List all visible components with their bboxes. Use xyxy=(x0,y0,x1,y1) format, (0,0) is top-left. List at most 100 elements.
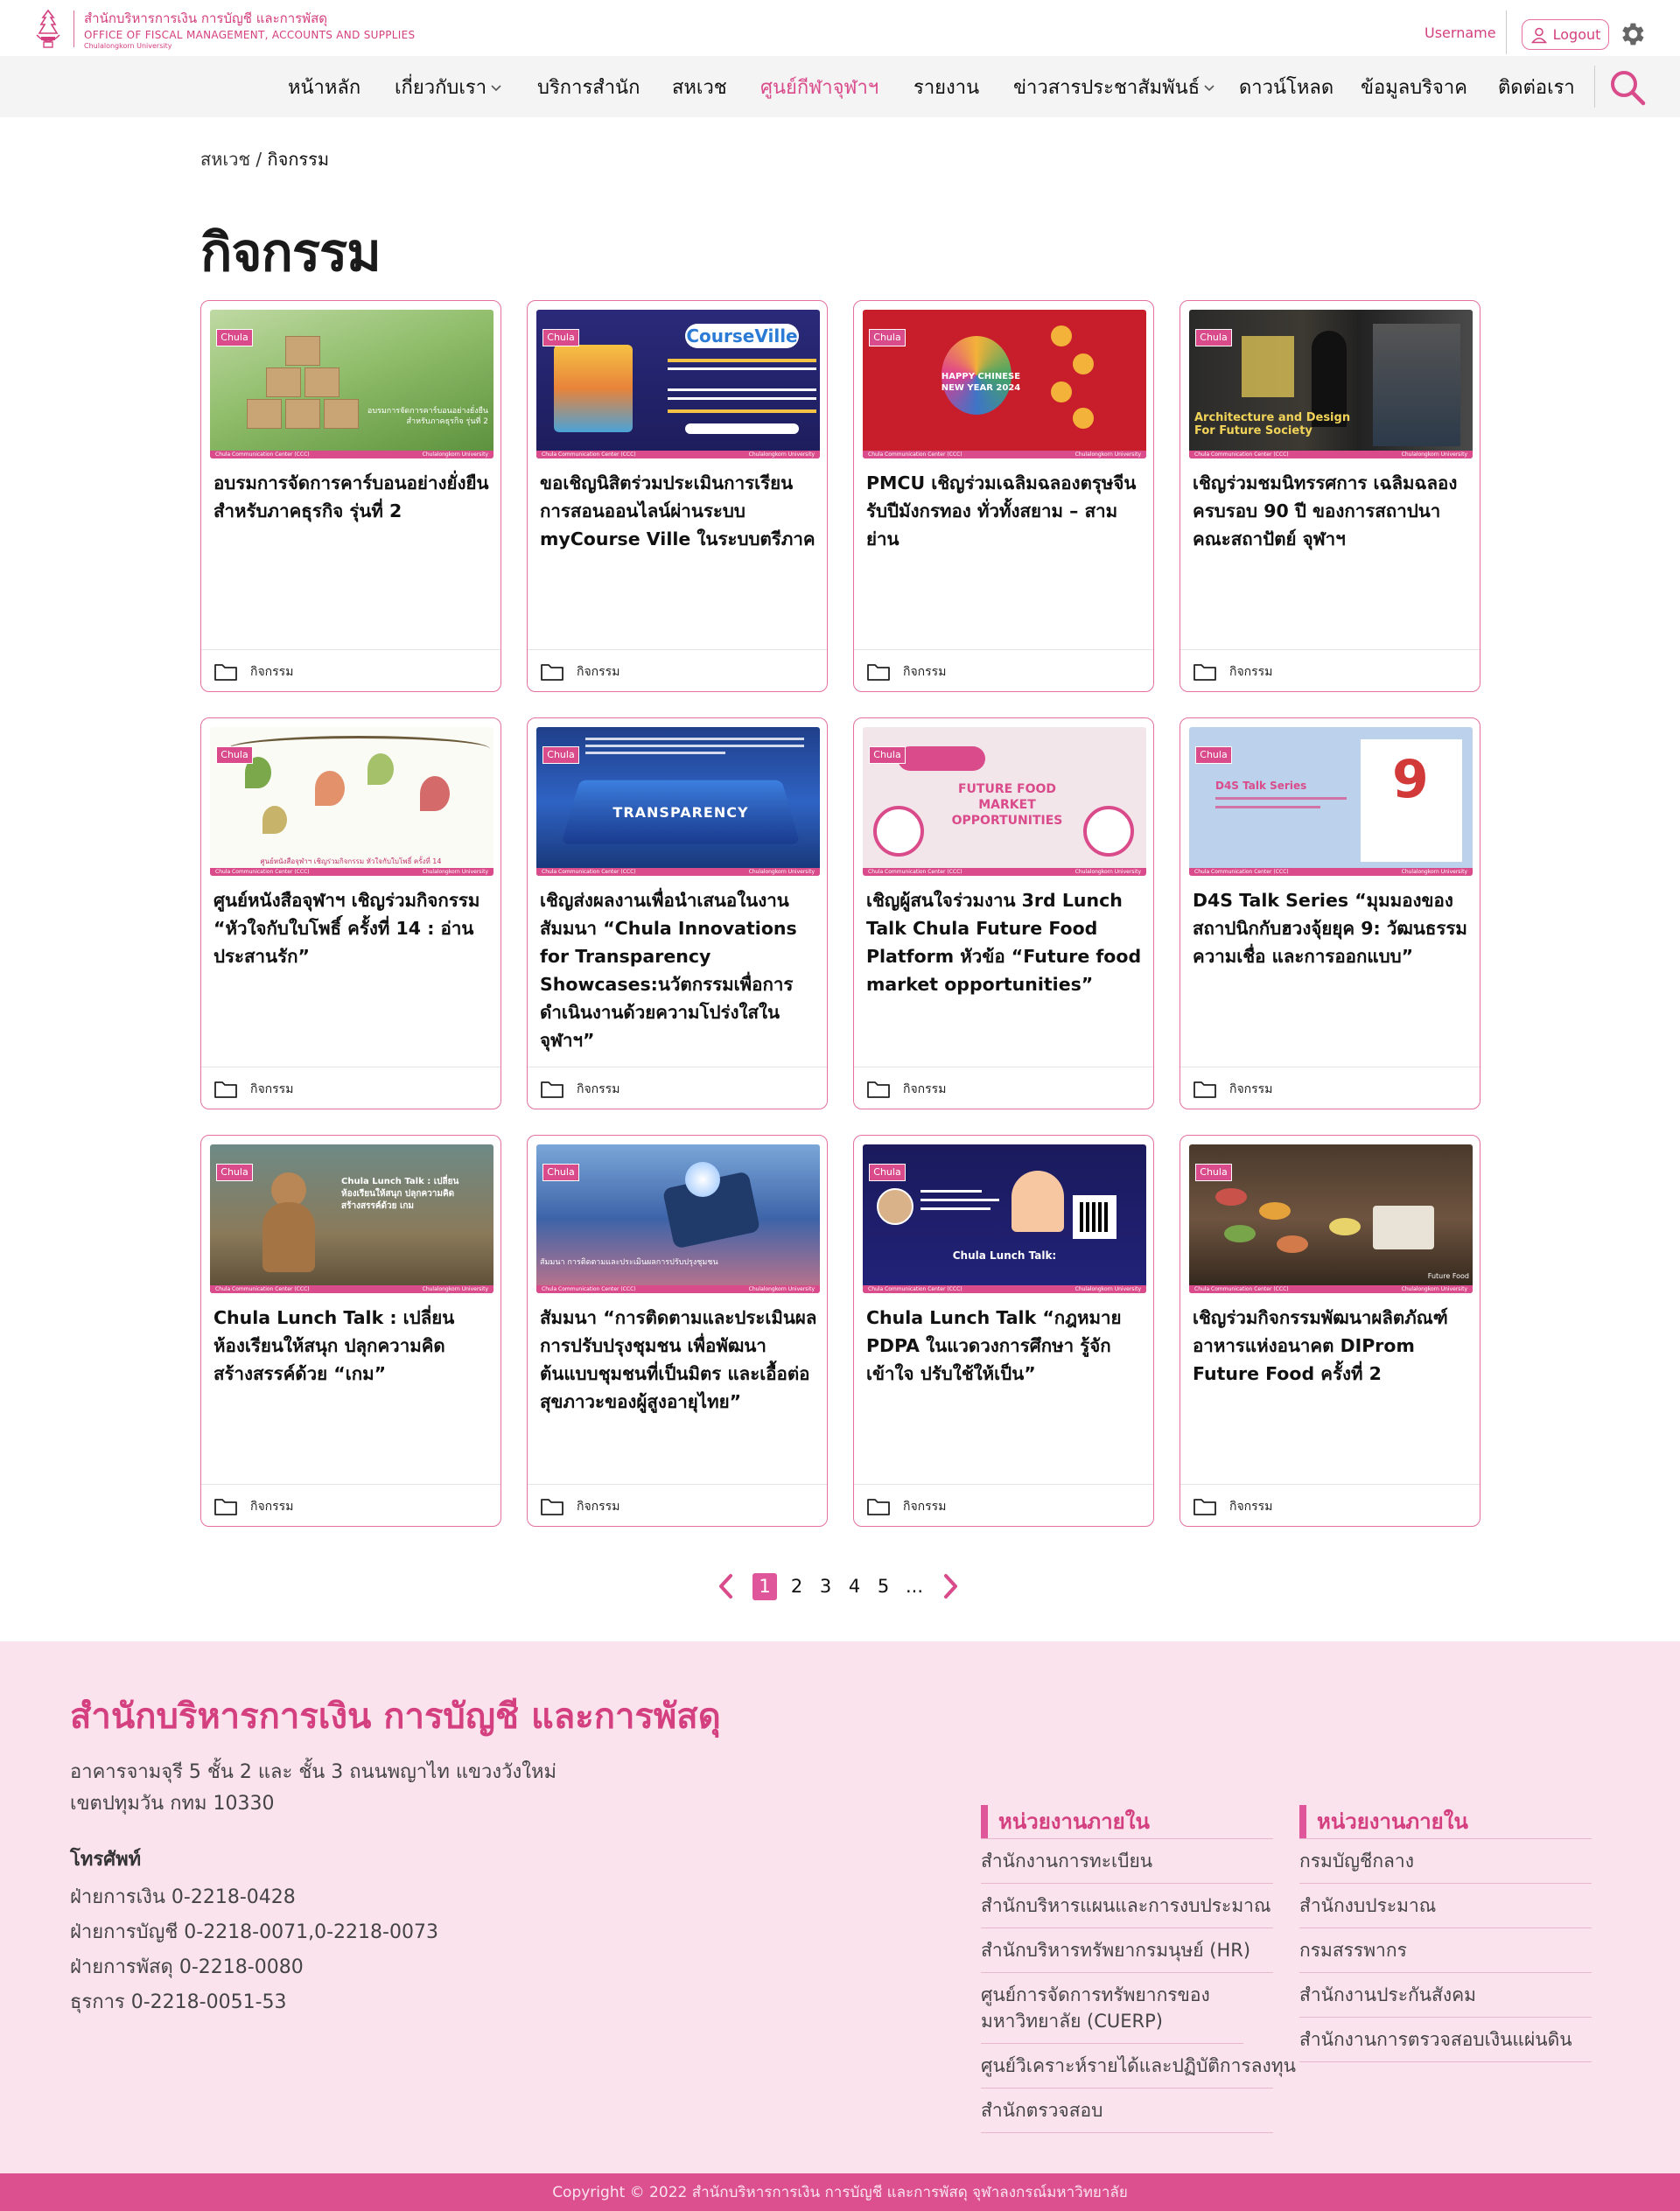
chula-badge: Chula xyxy=(869,746,906,764)
nav-item-download[interactable]: ดาวน์โหลด xyxy=(1239,72,1334,102)
card-category[interactable]: กิจกรรม xyxy=(903,1080,946,1099)
footer-link[interactable]: กรมบัญชีกลาง xyxy=(1299,1839,1592,1884)
nav-label: เกี่ยวกับเรา xyxy=(395,77,487,99)
activity-card[interactable]: อบรมการจัดการคาร์บอนอย่างยั่งยืนสำหรับภา… xyxy=(200,300,501,692)
credit-left: Chula Communication Center (CCC) xyxy=(1194,1286,1289,1292)
card-category[interactable]: กิจกรรม xyxy=(903,662,946,682)
university-logo-icon[interactable] xyxy=(32,9,65,49)
top-bar: สำนักบริหารการเงิน การบัญชี และการพัสดุ … xyxy=(0,0,1680,56)
activity-card[interactable]: Chula Lunch Talk: Chula Chula Communicat… xyxy=(853,1135,1154,1527)
card-title[interactable]: D4S Talk Series “มุมมองของสถาปนิกกับฮวงจ… xyxy=(1193,886,1471,970)
card-title[interactable]: PMCU เชิญร่วมเฉลิมฉลองตรุษจีนรับปีมังกรท… xyxy=(866,469,1144,553)
footer-link[interactable]: ศูนย์วิเคราะห์รายได้และปฏิบัติการลงทุน xyxy=(981,2044,1296,2089)
logout-label: Logout xyxy=(1552,26,1601,43)
brand[interactable]: สำนักบริหารการเงิน การบัญชี และการพัสดุ … xyxy=(84,12,415,50)
chula-badge: Chula xyxy=(1195,1164,1232,1181)
card-category[interactable]: กิจกรรม xyxy=(250,1080,293,1099)
activity-card[interactable]: สัมมนา การติดตามและประเมินผลการปรับปรุงช… xyxy=(527,1135,828,1527)
card-title[interactable]: เชิญผู้สนใจร่วมงาน 3rd Lunch Talk Chula … xyxy=(866,886,1144,998)
activity-card[interactable]: Chula Lunch Talk : เปลี่ยนห้องเรียนให้สน… xyxy=(200,1135,501,1527)
gear-icon[interactable] xyxy=(1617,19,1647,49)
nav-item-about[interactable]: เกี่ยวกับเรา xyxy=(395,72,502,102)
footer-link[interactable]: สำนักงานการตรวจสอบเงินแผ่นดิน xyxy=(1299,2018,1592,2062)
page-3[interactable]: 3 xyxy=(811,1576,840,1597)
card-title[interactable]: อบรมการจัดการคาร์บอนอย่างยั่งยืนสำหรับภา… xyxy=(214,469,492,525)
card-image[interactable]: Architecture and Design For Future Socie… xyxy=(1189,310,1473,458)
card-image[interactable]: D4S Talk Series 9 Chula Chula Communicat… xyxy=(1189,727,1473,876)
image-credit-strip: Chula Communication Center (CCC) Chulalon… xyxy=(210,868,494,876)
card-image[interactable]: CourseVille Chula Chula Communication Ce… xyxy=(536,310,820,458)
card-image[interactable]: Future Food Chula Chula Communication Ce… xyxy=(1189,1144,1473,1293)
card-title[interactable]: ขอเชิญนิสิตร่วมประเมินการเรียนการสอนออนไ… xyxy=(540,469,818,553)
credit-right: Chulalongkorn University xyxy=(1401,451,1467,458)
card-image[interactable]: สัมมนา การติดตามและประเมินผลการปรับปรุงช… xyxy=(536,1144,820,1293)
page-1[interactable]: 1 xyxy=(752,1572,777,1600)
search-icon[interactable] xyxy=(1608,68,1647,107)
activity-card[interactable]: FUTURE FOOD MARKET OPPORTUNITIES Chula C… xyxy=(853,717,1154,1109)
page-2[interactable]: 2 xyxy=(782,1576,811,1597)
card-image[interactable]: TRANSPARENCY Chula Chula Communication C… xyxy=(536,727,820,876)
activity-card[interactable]: TRANSPARENCY Chula Chula Communication C… xyxy=(527,717,828,1109)
card-category[interactable]: กิจกรรม xyxy=(577,1080,620,1099)
card-image[interactable]: HAPPY CHINESE NEW YEAR 2024 Chula Chula … xyxy=(863,310,1146,458)
credit-right: Chulalongkorn University xyxy=(748,869,815,875)
card-image-caption: TRANSPARENCY xyxy=(612,804,749,821)
chevron-left-icon[interactable] xyxy=(716,1572,737,1600)
card-title[interactable]: Chula Lunch Talk : เปลี่ยนห้องเรียนให้สน… xyxy=(214,1304,492,1388)
activity-card[interactable]: HAPPY CHINESE NEW YEAR 2024 Chula Chula … xyxy=(853,300,1154,692)
image-credit-strip: Chula Communication Center (CCC) Chulalon… xyxy=(536,868,820,876)
nav-item-donation[interactable]: ข้อมูลบริจาค xyxy=(1361,72,1467,102)
card-category[interactable]: กิจกรรม xyxy=(1229,1080,1272,1099)
nav-item-sports-center[interactable]: ศูนย์กีฬาจุฬาฯ xyxy=(760,72,878,102)
nav-item-news[interactable]: ข่าวสารประชาสัมพันธ์ xyxy=(1013,72,1215,102)
card-category[interactable]: กิจกรรม xyxy=(250,1497,293,1516)
card-footer: กิจกรรม xyxy=(528,649,827,691)
card-image[interactable]: อบรมการจัดการคาร์บอนอย่างยั่งยืนสำหรับภา… xyxy=(210,310,494,458)
image-credit-strip: Chula Communication Center (CCC) Chulalon… xyxy=(1189,451,1473,458)
card-image-caption: Architecture and Design For Future Socie… xyxy=(1194,411,1351,437)
activity-card[interactable]: CourseVille Chula Chula Communication Ce… xyxy=(527,300,828,692)
card-category[interactable]: กิจกรรม xyxy=(577,1497,620,1516)
activity-card[interactable]: Architecture and Design For Future Socie… xyxy=(1180,300,1480,692)
footer-link[interactable]: ศูนย์การจัดการทรัพยากรของมหาวิทยาลัย (CU… xyxy=(981,1973,1243,2044)
card-category[interactable]: กิจกรรม xyxy=(250,662,293,682)
nav-item-reports[interactable]: รายงาน xyxy=(914,72,979,102)
card-category[interactable]: กิจกรรม xyxy=(1229,662,1272,682)
card-category[interactable]: กิจกรรม xyxy=(903,1497,946,1516)
card-category[interactable]: กิจกรรม xyxy=(1229,1497,1272,1516)
card-image[interactable]: Chula Lunch Talk : เปลี่ยนห้องเรียนให้สน… xyxy=(210,1144,494,1293)
card-footer: กิจกรรม xyxy=(1180,1067,1480,1109)
nav-item-contact[interactable]: ติดต่อเรา xyxy=(1498,72,1575,102)
activity-card[interactable]: ศูนย์หนังสือจุฬาฯ เชิญร่วมกิจกรรม หัวใจก… xyxy=(200,717,501,1109)
footer-link[interactable]: กรมสรรพากร xyxy=(1299,1928,1592,1973)
card-title[interactable]: เชิญร่วมชมนิทรรศการ เฉลิมฉลองครบรอบ 90 ป… xyxy=(1193,469,1471,553)
card-title[interactable]: ศูนย์หนังสือจุฬาฯ เชิญร่วมกิจกรรม “หัวใจ… xyxy=(214,886,492,970)
footer-link[interactable]: สำนักบริหารแผนและการงบประมาณ xyxy=(981,1884,1273,1928)
phone-item: ฝ่ายการพัสดุ 0-2218-0080 xyxy=(70,1956,304,1978)
footer-link[interactable]: สำนักตรวจสอบ xyxy=(981,2089,1273,2133)
card-category[interactable]: กิจกรรม xyxy=(577,662,620,682)
card-image[interactable]: FUTURE FOOD MARKET OPPORTUNITIES Chula C… xyxy=(863,727,1146,876)
page-4[interactable]: 4 xyxy=(840,1576,869,1597)
activity-card[interactable]: Future Food Chula Chula Communication Ce… xyxy=(1180,1135,1480,1527)
breadcrumb-parent[interactable]: สหเวช xyxy=(200,149,250,170)
nav-item-allied-health[interactable]: สหเวช xyxy=(672,72,727,102)
card-image[interactable]: Chula Lunch Talk: Chula Chula Communicat… xyxy=(863,1144,1146,1293)
page-5[interactable]: 5 xyxy=(869,1576,898,1597)
nav-label: สหเวช xyxy=(672,77,727,99)
card-title[interactable]: สัมมนา “การติดตามและประเมินผลการปรับปรุง… xyxy=(540,1304,818,1416)
footer-link[interactable]: สำนักงบประมาณ xyxy=(1299,1884,1592,1928)
card-title[interactable]: เชิญร่วมกิจกรรมพัฒนาผลิตภัณฑ์อาหารแห่งอน… xyxy=(1193,1304,1471,1388)
footer-link[interactable]: สำนักงานประกันสังคม xyxy=(1299,1973,1592,2018)
card-image[interactable]: ศูนย์หนังสือจุฬาฯ เชิญร่วมกิจกรรม หัวใจก… xyxy=(210,727,494,876)
activity-card[interactable]: D4S Talk Series 9 Chula Chula Communicat… xyxy=(1180,717,1480,1109)
chevron-right-icon[interactable] xyxy=(940,1572,961,1600)
footer-link[interactable]: สำนักบริหารทรัพยากรมนุษย์ (HR) xyxy=(981,1928,1273,1973)
footer-link[interactable]: สำนักงานการทะเบียน xyxy=(981,1839,1273,1884)
card-title[interactable]: Chula Lunch Talk “กฎหมาย PDPA ในแวดวงการ… xyxy=(866,1304,1144,1388)
logout-button[interactable]: Logout xyxy=(1522,19,1609,50)
nav-item-home[interactable]: หน้าหลัก xyxy=(288,72,360,102)
nav-item-services[interactable]: บริการสำนัก xyxy=(537,72,640,102)
card-image-caption: อบรมการจัดการคาร์บอนอย่างยั่งยืนสำหรับภา… xyxy=(367,407,488,426)
card-title[interactable]: เชิญส่งผลงานเพื่อนำเสนอในงานสัมมนา “Chul… xyxy=(540,886,818,1054)
